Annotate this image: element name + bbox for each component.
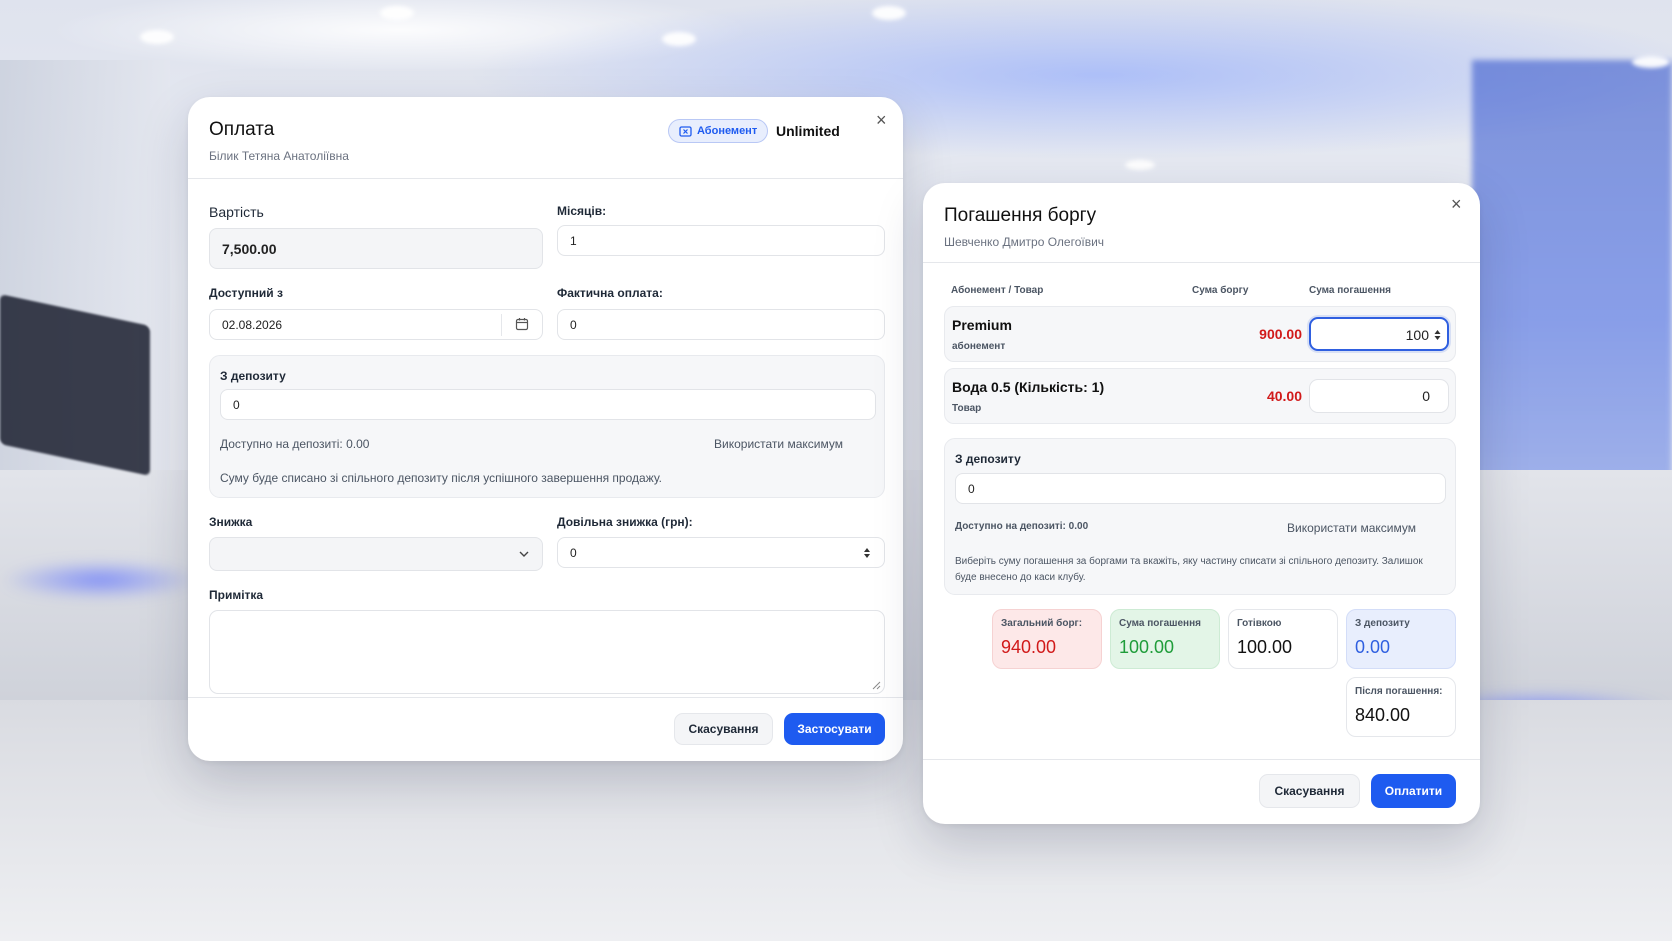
table-row: Вода 0.5 (Кількість: 1) Товар 40.00 0 [944, 368, 1456, 424]
repay-value: 0 [1422, 388, 1430, 404]
repay-sum-label: Сума погашення [1119, 618, 1201, 629]
field-separator [501, 314, 502, 336]
use-max-link[interactable]: Використати максимум [714, 437, 843, 451]
months-label: Місяців: [557, 204, 607, 218]
repay-input[interactable]: 100 [1309, 317, 1449, 351]
ticket-icon [679, 125, 692, 137]
modal-title: Погашення боргу [944, 205, 1097, 226]
column-header-debt: Сума боргу [1192, 285, 1249, 296]
item-name: Premium [952, 317, 1012, 333]
deposit-value: 0 [233, 397, 240, 412]
deposit-label: З депозиту [955, 452, 1021, 466]
deposit-value: 0 [968, 481, 975, 496]
footer-divider [923, 759, 1480, 760]
note-label: Примітка [209, 588, 264, 602]
available-from-input[interactable]: 02.08.2026 [209, 309, 543, 340]
background-lamp [380, 6, 414, 20]
payment-modal: Оплата Білик Тетяна Анатоліївна Абонемен… [188, 97, 903, 761]
deposit-input[interactable]: 0 [955, 473, 1446, 504]
repay-input[interactable]: 0 [1309, 379, 1449, 413]
background-monitor [0, 294, 150, 476]
custom-discount-input[interactable]: 0 [557, 537, 885, 568]
note-textarea[interactable] [209, 610, 885, 694]
modal-title: Оплата [209, 119, 275, 140]
available-from-value: 02.08.2026 [222, 317, 283, 332]
close-icon[interactable]: × [1451, 195, 1462, 213]
actual-payment-value: 0 [570, 317, 577, 332]
deposit-label: З депозиту [220, 369, 286, 383]
cost-label: Вартість [209, 204, 264, 220]
repay-sum-card: Сума погашення 100.00 [1110, 609, 1220, 669]
cost-field: 7,500.00 [209, 228, 543, 269]
apply-button[interactable]: Застосувати [784, 713, 885, 745]
client-name: Білик Тетяна Анатоліївна [209, 149, 349, 163]
background-lamp [1125, 160, 1155, 170]
pay-button[interactable]: Оплатити [1371, 774, 1456, 808]
repay-value: 100 [1405, 327, 1429, 343]
discount-label: Знижка [209, 515, 253, 529]
item-type: абонемент [952, 341, 1006, 352]
background-lamp [872, 6, 906, 20]
background-glow [0, 560, 200, 600]
chevron-down-icon [519, 551, 529, 557]
deposit-available: Доступно на депозиті: 0.00 [955, 521, 1089, 532]
plan-name: Unlimited [776, 123, 840, 139]
after-repay-value: 840.00 [1355, 705, 1411, 725]
stepper-icon[interactable] [863, 547, 871, 559]
after-repay-label: Після погашення: [1355, 686, 1443, 697]
available-from-label: Доступний з [209, 286, 283, 300]
total-debt-value: 940.00 [1001, 637, 1057, 657]
cash-value: 100.00 [1237, 637, 1293, 657]
actual-payment-input[interactable]: 0 [557, 309, 885, 340]
from-deposit-card: З депозиту 0.00 [1346, 609, 1456, 669]
total-debt-label: Загальний борг: [1001, 618, 1083, 629]
header-divider [188, 178, 903, 179]
cancel-button[interactable]: Скасування [1259, 774, 1360, 808]
background-lamp [662, 32, 696, 46]
debt-amount: 40.00 [1266, 388, 1302, 404]
deposit-panel: З депозиту 0 Доступно на депозиті: 0.00 … [944, 438, 1456, 595]
custom-discount-label: Довільна знижка (грн): [557, 515, 693, 529]
months-value: 1 [570, 233, 577, 248]
cash-card: Готівкою 100.00 [1228, 609, 1338, 669]
cancel-button[interactable]: Скасування [674, 713, 773, 745]
stepper-icon[interactable] [1434, 329, 1441, 341]
discount-select[interactable] [209, 537, 543, 571]
debt-amount: 900.00 [1259, 326, 1302, 342]
close-icon[interactable]: × [876, 111, 887, 129]
item-type: Товар [952, 403, 982, 414]
background-lamp [1632, 56, 1670, 68]
use-max-link[interactable]: Використати максимум [1287, 521, 1416, 535]
item-name: Вода 0.5 (Кількість: 1) [952, 379, 1105, 395]
deposit-note: Виберіть суму погашення за боргами та вк… [955, 556, 1423, 583]
table-row: Premium абонемент 900.00 100 [944, 306, 1456, 362]
column-header-item: Абонемент / Товар [951, 285, 1044, 296]
column-header-repay: Сума погашення [1309, 285, 1391, 296]
header-divider [923, 262, 1480, 263]
total-debt-card: Загальний борг: 940.00 [992, 609, 1102, 669]
repay-sum-value: 100.00 [1119, 637, 1175, 657]
cost-value: 7,500.00 [222, 240, 277, 257]
after-repay-card: Після погашення: 840.00 [1346, 677, 1456, 737]
from-deposit-label: З депозиту [1355, 618, 1410, 629]
custom-discount-value: 0 [570, 545, 577, 560]
months-input[interactable]: 1 [557, 225, 885, 256]
deposit-available: Доступно на депозиті: 0.00 [220, 437, 370, 451]
membership-badge: Абонемент [668, 119, 769, 143]
from-deposit-value: 0.00 [1355, 637, 1391, 657]
deposit-note: Суму буде списано зі спільного депозиту … [220, 471, 662, 485]
resize-handle-icon[interactable] [871, 680, 881, 690]
footer-divider [188, 697, 903, 698]
background-lamp [140, 30, 174, 44]
cash-label: Готівкою [1237, 618, 1282, 629]
badge-label: Абонемент [697, 125, 758, 137]
deposit-input[interactable]: 0 [220, 389, 876, 420]
actual-payment-label: Фактична оплата: [557, 286, 663, 300]
deposit-panel: З депозиту 0 Доступно на депозиті: 0.00 … [209, 355, 885, 498]
client-name: Шевченко Дмитро Олегоївич [944, 235, 1105, 249]
debt-repayment-modal: Погашення боргу Шевченко Дмитро Олегоїви… [923, 183, 1480, 824]
calendar-icon[interactable] [515, 317, 529, 331]
